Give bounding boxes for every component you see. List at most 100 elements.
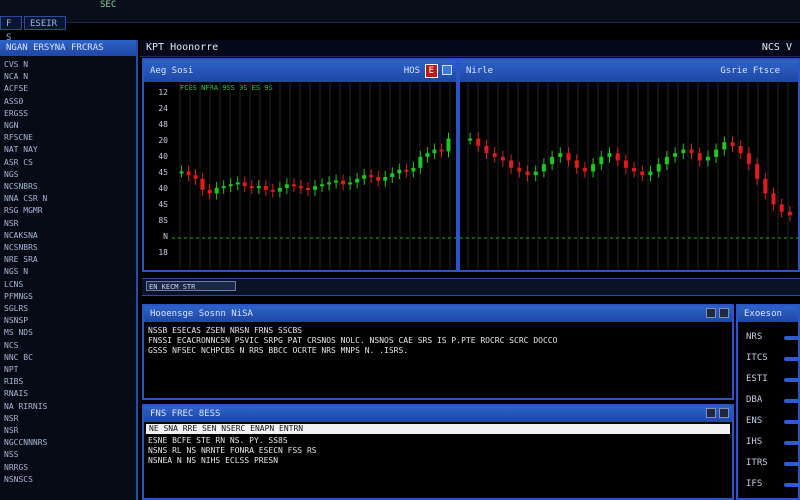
sidebar-item[interactable]: CVS N <box>4 60 28 69</box>
terminal-2-line: NSNS RL NS NRNTE FONRA ESECN FSS RS <box>148 446 317 455</box>
sidebar-item[interactable]: NGS N <box>4 267 28 276</box>
sidebar-item[interactable]: NCSNBRS <box>4 243 38 252</box>
y-tick-label: 4S <box>158 200 168 209</box>
candle <box>376 176 381 181</box>
candle <box>242 182 247 187</box>
minimize-icon[interactable] <box>706 408 716 418</box>
app-text: SEC <box>100 0 117 10</box>
sidebar-item[interactable]: NSR <box>4 414 18 423</box>
candle <box>648 171 653 176</box>
sidebar-item[interactable]: LCNS <box>4 280 23 289</box>
top-button-2[interactable]: ESEIR <box>24 16 66 30</box>
right-panel-bar <box>784 378 800 382</box>
sidebar-item[interactable]: NRE SRA <box>4 255 38 264</box>
right-panel-header: Exoeson <box>738 306 798 322</box>
right-panel-label: NRS <box>746 332 763 342</box>
candle <box>383 176 388 181</box>
y-tick-label: 8S <box>158 216 168 225</box>
candle <box>432 149 437 154</box>
y-tick-label: 20 <box>158 136 168 145</box>
right-panel-bar <box>784 441 800 445</box>
candle <box>525 171 530 176</box>
sidebar-item[interactable]: RNAIS <box>4 389 28 398</box>
candle <box>599 156 604 165</box>
alert-badge[interactable]: E <box>424 64 438 78</box>
chart-panel-right: Nirle Gsrie Ftsce <box>458 58 800 272</box>
candle <box>582 167 587 172</box>
status-field[interactable]: EN KECM STR <box>146 281 236 291</box>
sidebar-item[interactable]: NA RIRNIS <box>4 402 47 411</box>
sidebar-item[interactable]: NAT NAY <box>4 145 38 154</box>
sidebar-item[interactable]: NPT <box>4 365 18 374</box>
close-icon[interactable] <box>719 408 729 418</box>
sidebar-item[interactable]: NSNSP <box>4 316 28 325</box>
chart-left-header: Aeg Sosi HOS E <box>144 60 456 82</box>
sidebar-item[interactable]: NSS <box>4 450 18 459</box>
terminal-2-selected-row[interactable]: NE SNA RRE SEN NSERC ENAPN ENTRN <box>146 424 730 434</box>
sidebar-item[interactable]: PFMNGS <box>4 292 33 301</box>
candle <box>334 180 339 183</box>
sidebar-item[interactable]: NSR <box>4 426 18 435</box>
sidebar-item[interactable]: RIBS <box>4 377 23 386</box>
candle <box>284 184 289 188</box>
sidebar-item[interactable]: SGLRS <box>4 304 28 313</box>
sidebar-item[interactable]: NCSNBRS <box>4 182 38 191</box>
candle <box>214 187 219 194</box>
candle <box>207 189 212 194</box>
sidebar-item[interactable]: NCS <box>4 341 18 350</box>
candle <box>566 153 571 161</box>
sidebar-item[interactable]: MS NDS <box>4 328 33 337</box>
candlestick-chart-right <box>460 82 798 270</box>
minimize-icon[interactable] <box>706 308 716 318</box>
sidebar-item[interactable]: NGN <box>4 121 18 130</box>
sidebar-item[interactable]: ERGSS <box>4 109 28 118</box>
sidebar-item[interactable]: NSR <box>4 219 18 228</box>
sidebar-item[interactable]: RSG MGMR <box>4 206 43 215</box>
sidebar-item[interactable]: ACFSE <box>4 84 28 93</box>
candle <box>186 171 191 176</box>
chart-left-right-label: HOS <box>403 66 420 76</box>
top-button-1[interactable]: F S <box>0 16 22 43</box>
sidebar-item[interactable]: NCA N <box>4 72 28 81</box>
y-tick-label: 24 <box>158 104 168 113</box>
candle <box>492 153 497 157</box>
candle <box>779 204 784 212</box>
sidebar-item[interactable]: RFSCNE <box>4 133 33 142</box>
candle <box>425 153 430 157</box>
sidebar-item[interactable]: ASS0 <box>4 97 23 106</box>
candle <box>615 153 620 161</box>
right-panel-label: DBA <box>746 395 763 405</box>
terminal-1-line: FNSSI ECACRONNCSN PSVIC SRPG PAT CRSNOS … <box>148 336 558 345</box>
terminal-1-line: GSSS NFSEC NCHPCBS N RRS BBCC OCRTE NRS … <box>148 346 409 355</box>
candle <box>355 178 360 183</box>
candle <box>305 187 310 190</box>
candle <box>632 167 637 172</box>
candle <box>787 211 792 216</box>
sidebar-item[interactable]: NGS <box>4 170 18 179</box>
candle <box>228 184 233 187</box>
candle <box>179 171 184 174</box>
candle <box>656 164 661 172</box>
candle <box>313 186 317 190</box>
y-tick-label: 40 <box>158 184 168 193</box>
sidebar-item[interactable]: NSNSCS <box>4 475 33 484</box>
panel-toggle-icon[interactable] <box>442 65 452 75</box>
sidebar-item[interactable]: NGCCNNNRS <box>4 438 47 447</box>
close-icon[interactable] <box>719 308 729 318</box>
sidebar-item[interactable]: ASR CS <box>4 158 33 167</box>
candle <box>722 142 727 150</box>
sidebar-item[interactable]: NNA CSR N <box>4 194 47 203</box>
window-title: KPT Hoonorre <box>146 42 219 53</box>
candle <box>221 186 226 189</box>
candle <box>446 138 451 152</box>
candle <box>418 156 423 168</box>
y-tick-label: 48 <box>158 120 168 129</box>
right-panel-label: ITCS <box>746 353 768 363</box>
right-panel-label: ITRS <box>746 458 768 468</box>
candle <box>193 175 198 179</box>
sidebar-item[interactable]: NNC BC <box>4 353 33 362</box>
candle <box>689 149 694 154</box>
sidebar-item[interactable]: NRRGS <box>4 463 28 472</box>
y-tick-label: N <box>163 232 168 241</box>
sidebar-item[interactable]: NCAKSNA <box>4 231 38 240</box>
